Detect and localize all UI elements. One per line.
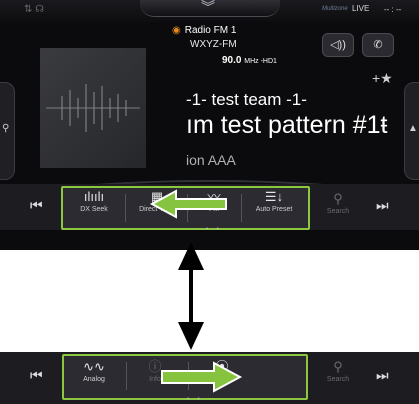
station-name: Radio FM 1 (184, 25, 237, 36)
band-icon: 〰 (207, 189, 221, 204)
previous-button[interactable]: ⏮ (30, 367, 43, 384)
toolbar-divider (188, 362, 189, 390)
top-menu-handle[interactable]: ︾ (140, 0, 280, 17)
triangle-up-icon: ▲ (408, 123, 418, 134)
analog-label: Analog (83, 376, 105, 383)
wave-seek-icon: ılıılı (83, 189, 105, 204)
left-side-tab[interactable]: ⚲ (0, 82, 15, 180)
direct-tune-label: Direct Tune (139, 206, 175, 213)
live-label: Live (215, 376, 229, 383)
hd-radio-icon: ◉ (172, 25, 181, 36)
bottom-toolbar-highlight: ∿∿ Analog ⓘ Info ⦿ Live (62, 354, 308, 400)
search-button[interactable]: ⚲ Search (318, 190, 358, 215)
phone-icon: ✆ (373, 39, 383, 51)
waveform-graphic (46, 84, 140, 132)
volume-button[interactable]: ◁)) (322, 33, 354, 57)
toolbar-divider (187, 194, 188, 222)
add-favorite-button[interactable]: +★ (372, 70, 393, 87)
status-bar: ⇅ ☊ ︾ Multizone LIVE -- : -- (0, 0, 419, 22)
frequency: 90.0 MHz -HD1 (222, 55, 277, 66)
search-icon: ⚲ (333, 191, 343, 206)
clock: -- : -- (384, 5, 402, 14)
previous-button[interactable]: ⏮ (30, 197, 43, 214)
chevron-down-icon: ︾ (201, 0, 215, 15)
auto-preset-button[interactable]: ☰↓ Auto Preset (245, 188, 303, 213)
dx-seek-button[interactable]: ılıılı DX Seek (69, 188, 119, 213)
search-button[interactable]: ⚲ Search (318, 358, 358, 383)
toolbar-divider (125, 194, 126, 222)
search-icon: ⚲ (2, 123, 10, 134)
multizone-label: Multizone (322, 6, 348, 12)
radio-screen: ⇅ ☊ ︾ Multizone LIVE -- : -- ⚲ ▲ ◉ Radio … (0, 0, 419, 250)
toolbar-divider (126, 362, 127, 390)
star-plus-icon: +★ (372, 70, 393, 86)
keypad-icon: ▦ (150, 189, 164, 204)
rds-line-2: ım test pattern #1ŧ (186, 111, 388, 139)
preset-list-icon: ☰↓ (264, 189, 284, 204)
toolbar-divider (241, 194, 242, 222)
speaker-icon: ◁)) (330, 39, 346, 51)
analog-wave-icon: ∿∿ (83, 359, 105, 374)
callsign: WXYZ-FM (190, 39, 237, 50)
fm-band-button[interactable]: 〰 FM (191, 188, 237, 213)
alternate-toolbar: ⏮ ⏭ ∿∿ Analog ⓘ Info ⦿ Live ⚲ Search • • (0, 352, 419, 404)
rds-line-3: ion AAA (186, 152, 236, 168)
info-icon: ⓘ (148, 359, 162, 374)
info-button[interactable]: ⓘ Info (130, 358, 180, 383)
fm-band-label: FM (208, 206, 220, 213)
analog-button[interactable]: ∿∿ Analog (72, 358, 116, 383)
next-button[interactable]: ⏭ (376, 197, 389, 214)
status-icons: ⇅ ☊ (24, 4, 45, 15)
direct-tune-button[interactable]: ▦ Direct Tune (129, 188, 185, 213)
live-label: LIVE (352, 4, 370, 13)
frequency-value: 90.0 (222, 55, 242, 66)
right-side-tab[interactable]: ▲ (404, 82, 419, 180)
frequency-unit: MHz -HD1 (244, 58, 277, 65)
station-name-row: ◉ Radio FM 1 (172, 25, 236, 36)
dx-seek-label: DX Seek (80, 206, 108, 213)
auto-preset-label: Auto Preset (255, 206, 293, 213)
live-button[interactable]: ⦿ Live (192, 358, 252, 383)
search-icon: ⚲ (333, 359, 343, 374)
top-toolbar-highlight: ılıılı DX Seek ▦ Direct Tune 〰 FM ☰↓ Aut… (61, 186, 310, 230)
search-label: Search (326, 208, 350, 215)
live-icon: ⦿ (215, 359, 229, 374)
album-art (40, 48, 146, 168)
page-indicator: • • (206, 226, 222, 233)
info-label: Info (149, 376, 161, 383)
rds-line-1: -1- test team -1- (186, 90, 307, 109)
phone-button[interactable]: ✆ (362, 33, 394, 57)
search-label: Search (326, 376, 350, 383)
next-button[interactable]: ⏭ (376, 367, 389, 384)
page-indicator: • • (187, 396, 203, 403)
